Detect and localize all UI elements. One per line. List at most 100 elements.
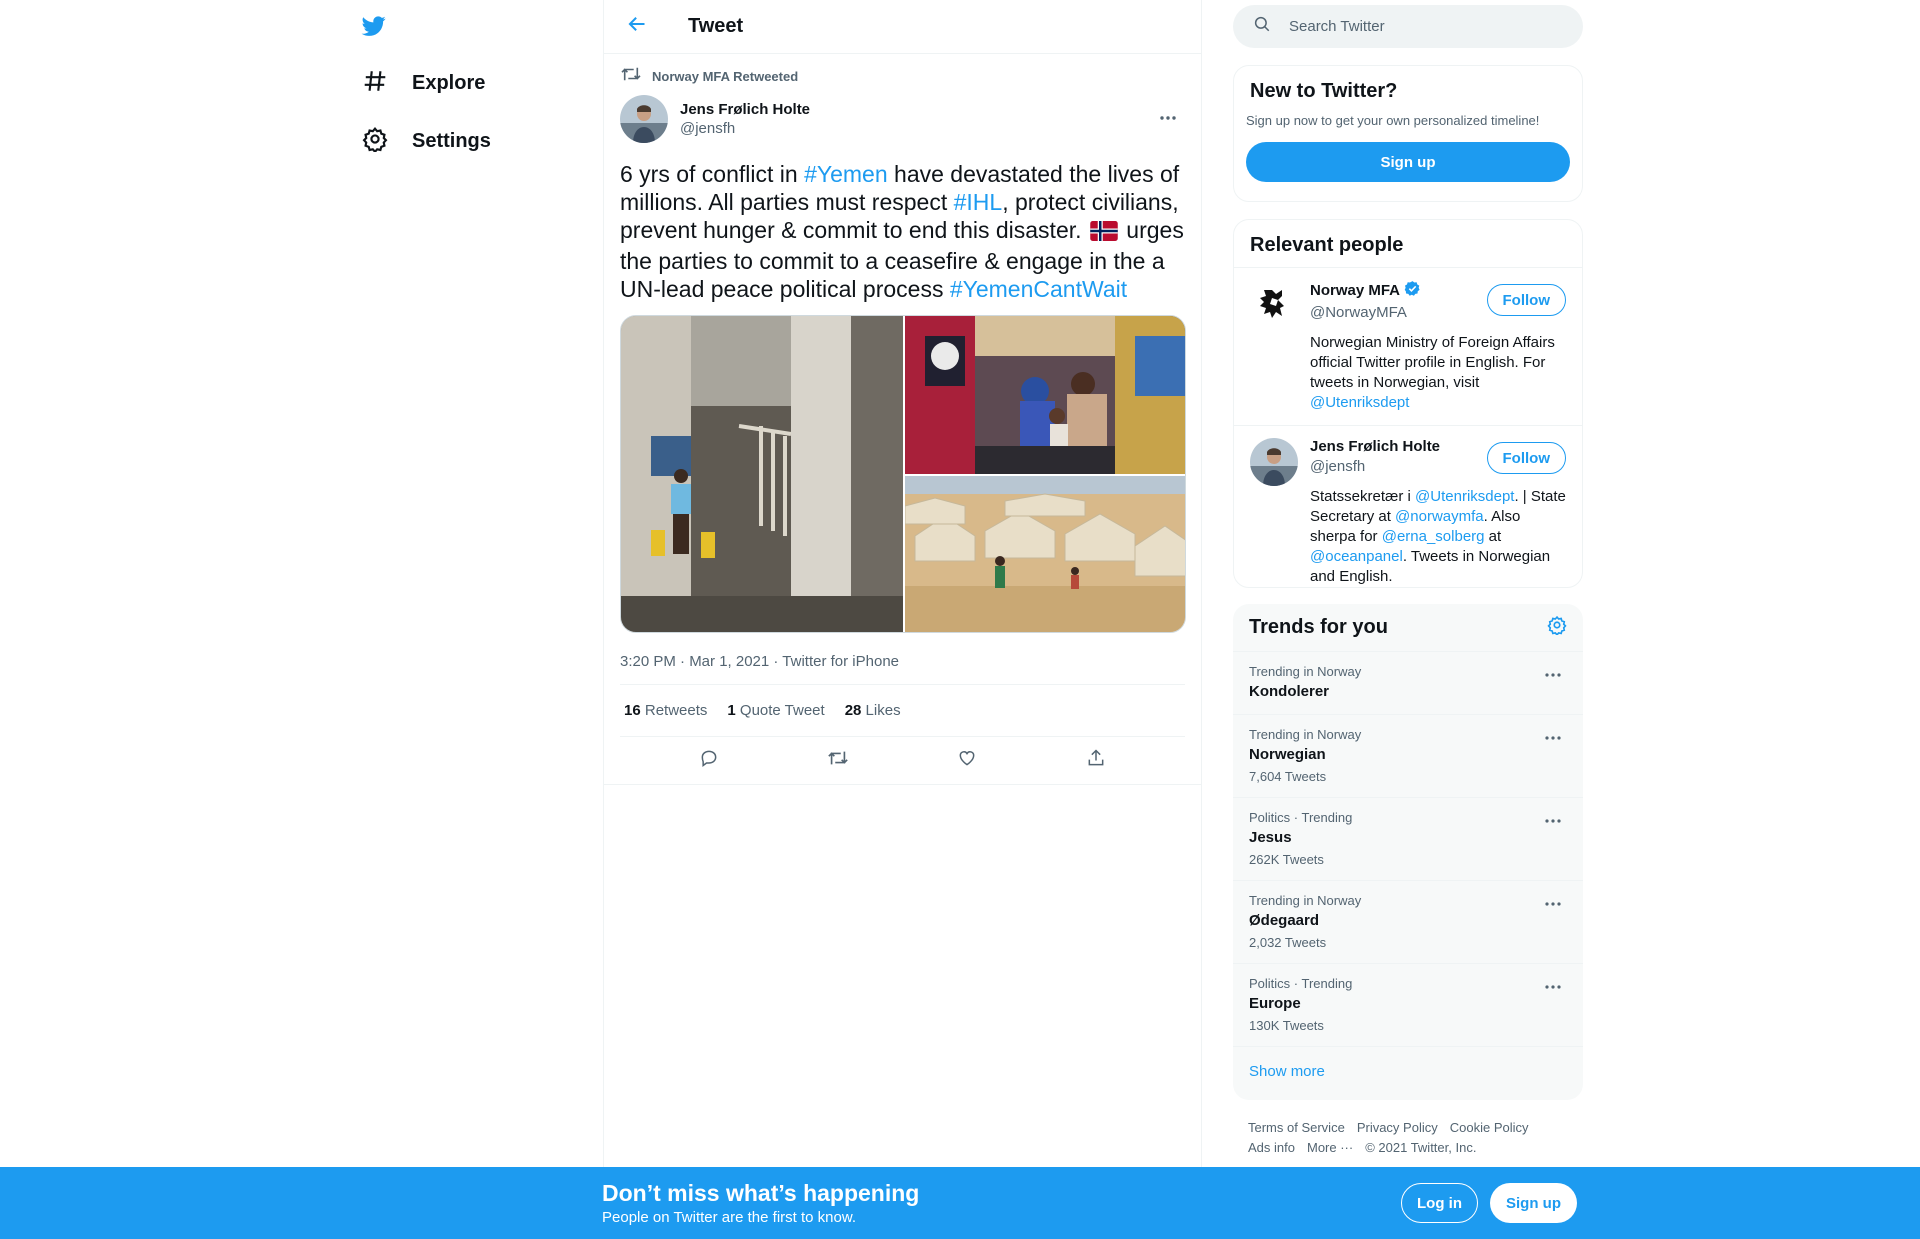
trend-context: Trending in Norway xyxy=(1249,664,1362,679)
person-norway-mfa[interactable]: Norway MFA @NorwayMFA Norwegian Ministry… xyxy=(1234,268,1582,426)
trend-name: Europe xyxy=(1249,995,1301,1012)
tweet-text-part: 6 yrs of conflict in xyxy=(620,161,805,187)
retweet-button[interactable] xyxy=(820,743,856,779)
trend-count: 262K Tweets xyxy=(1249,852,1324,867)
arrow-left-icon xyxy=(627,14,647,39)
author-name[interactable]: Jens Frølich Holte xyxy=(680,101,810,118)
search-box[interactable] xyxy=(1233,5,1583,48)
heart-icon xyxy=(957,748,977,773)
tweet-photo-1[interactable] xyxy=(621,316,903,632)
nav-settings-label: Settings xyxy=(412,129,491,152)
nav-explore-label: Explore xyxy=(412,71,486,94)
bio-mention-link[interactable]: @oceanpanel xyxy=(1310,548,1403,565)
tweet-stats: 16 Retweets 1 Quote Tweet 28 Likes xyxy=(620,685,1185,737)
login-button[interactable]: Log in xyxy=(1401,1183,1478,1223)
search-input[interactable] xyxy=(1289,18,1549,35)
relevant-people-title: Relevant people xyxy=(1234,220,1582,268)
person-name[interactable]: Jens Frølich Holte xyxy=(1310,438,1440,455)
tweet-photo-3[interactable] xyxy=(904,476,1185,632)
retweet-icon xyxy=(827,748,849,773)
trend-item[interactable]: Politics · Trending Europe 130K Tweets xyxy=(1233,964,1583,1047)
avatar[interactable] xyxy=(620,95,668,143)
bio-mention-link[interactable]: @erna_solberg xyxy=(1382,528,1485,545)
tweet-more-button[interactable] xyxy=(1151,100,1185,134)
trend-count: 130K Tweets xyxy=(1249,1018,1324,1033)
trends-title: Trends for you xyxy=(1249,616,1388,638)
avatar[interactable] xyxy=(1250,438,1298,486)
quotes-stat[interactable]: 1 Quote Tweet xyxy=(727,702,824,719)
reply-icon xyxy=(699,748,719,773)
trend-context: Trending in Norway xyxy=(1249,727,1362,742)
more-dots-icon xyxy=(1159,108,1177,126)
tweet-media-grid xyxy=(620,315,1186,633)
tweet-timestamp[interactable]: 3:20 PM · Mar 1, 2021 · Twitter for iPho… xyxy=(620,651,1185,685)
author-handle[interactable]: @jensfh xyxy=(680,120,810,137)
more-dots-icon[interactable] xyxy=(1539,976,1567,998)
tweet-detail-column: Tweet Norway MFA Retweeted Jens Frølich … xyxy=(603,0,1202,1239)
retweet-context: Norway MFA Retweeted xyxy=(620,54,1185,92)
tweet-text: 6 yrs of conflict in #Yemen have devasta… xyxy=(620,160,1185,303)
trend-name: Norwegian xyxy=(1249,746,1326,763)
retweeted-by-label[interactable]: Norway MFA Retweeted xyxy=(652,69,798,84)
likes-stat[interactable]: 28 Likes xyxy=(845,702,901,719)
trend-name: Ødegaard xyxy=(1249,912,1320,929)
likes-label: Likes xyxy=(865,702,901,719)
tweet: Norway MFA Retweeted Jens Frølich Holte … xyxy=(604,54,1201,785)
bio-text: at xyxy=(1484,528,1502,545)
follow-button[interactable]: Follow xyxy=(1486,442,1566,474)
retweet-icon xyxy=(620,65,642,88)
more-dots-icon[interactable] xyxy=(1539,810,1567,832)
search-icon xyxy=(1253,15,1271,38)
bio-mention-link[interactable]: @norwaymfa xyxy=(1395,508,1484,525)
hashtag-link-ihl[interactable]: #IHL xyxy=(954,189,1003,215)
trend-name: Jesus xyxy=(1249,829,1292,846)
trend-item[interactable]: Politics · Trending Jesus 262K Tweets xyxy=(1233,798,1583,881)
person-bio: Statssekretær i @Utenriksdept. | State S… xyxy=(1310,487,1568,587)
share-button[interactable] xyxy=(1078,743,1114,779)
gear-icon xyxy=(362,126,388,157)
bio-mention-link[interactable]: @Utenriksdept xyxy=(1310,394,1409,411)
nav-settings[interactable]: Settings xyxy=(350,116,503,166)
trend-item[interactable]: Trending in Norway Kondolerer xyxy=(1233,652,1583,715)
tweet-photo-2[interactable] xyxy=(905,316,1185,474)
trend-count: 2,032 Tweets xyxy=(1249,935,1327,950)
signup-bottom-bar: Don’t miss what’s happening People on Tw… xyxy=(0,1167,1920,1239)
more-dots-icon[interactable] xyxy=(1539,664,1567,686)
person-name[interactable]: Norway MFA xyxy=(1310,282,1400,299)
follow-button[interactable]: Follow xyxy=(1486,284,1566,316)
trend-context: Politics · Trending xyxy=(1249,976,1353,991)
trend-item[interactable]: Trending in Norway Norwegian 7,604 Tweet… xyxy=(1233,715,1583,798)
signup-button[interactable]: Sign up xyxy=(1246,142,1570,182)
norway-flag-icon xyxy=(1090,219,1118,247)
more-dots-icon[interactable] xyxy=(1539,893,1567,915)
relevant-people-card: Relevant people Norway MFA @NorwayMFA No… xyxy=(1233,219,1583,588)
likes-count: 28 xyxy=(844,702,862,719)
bottom-signup-button[interactable]: Sign up xyxy=(1490,1183,1577,1223)
bottom-bar-subtitle: People on Twitter are the first to know. xyxy=(602,1209,857,1226)
avatar[interactable] xyxy=(1250,280,1298,328)
more-dots-icon[interactable] xyxy=(1539,727,1567,749)
hashtag-link-yemen[interactable]: #Yemen xyxy=(804,161,888,187)
footer-cookie-link[interactable]: Cookie Policy xyxy=(1450,1118,1529,1138)
person-jens-holte[interactable]: Jens Frølich Holte @jensfh Statssekretær… xyxy=(1234,426,1582,587)
bio-mention-link[interactable]: @Utenriksdept xyxy=(1415,488,1514,505)
footer-privacy-link[interactable]: Privacy Policy xyxy=(1357,1118,1438,1138)
retweets-stat[interactable]: 16 Retweets xyxy=(624,702,707,719)
footer-terms-link[interactable]: Terms of Service xyxy=(1248,1118,1345,1138)
nav-explore[interactable]: Explore xyxy=(350,58,497,108)
tweet-actions xyxy=(604,737,1201,785)
twitter-bird-icon[interactable] xyxy=(350,8,398,44)
hashtag-link-yemencantwait[interactable]: #YemenCantWait xyxy=(950,276,1127,302)
show-more-link[interactable]: Show more xyxy=(1233,1047,1583,1096)
gear-icon[interactable] xyxy=(1547,615,1567,641)
reply-button[interactable] xyxy=(691,743,727,779)
verified-badge-icon xyxy=(1404,280,1421,301)
trend-count: 7,604 Tweets xyxy=(1249,769,1327,784)
footer-more-link[interactable]: More ··· xyxy=(1307,1138,1353,1158)
footer-ads-link[interactable]: Ads info xyxy=(1248,1138,1295,1158)
trend-item[interactable]: Trending in Norway Ødegaard 2,032 Tweets xyxy=(1233,881,1583,964)
trend-context: Trending in Norway xyxy=(1249,893,1362,908)
back-button[interactable] xyxy=(620,10,654,44)
footer-links: Terms of Service Privacy Policy Cookie Pol… xyxy=(1248,1118,1578,1158)
like-button[interactable] xyxy=(949,743,985,779)
